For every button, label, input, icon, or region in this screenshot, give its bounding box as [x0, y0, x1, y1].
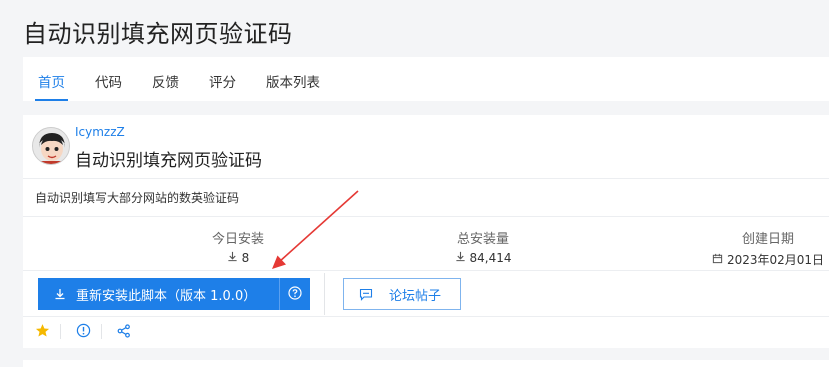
page-title: 自动识别填充网页验证码	[23, 20, 293, 48]
stat-label: 总安装量	[456, 232, 509, 247]
tab-bar: 首页 代码 反馈 评分 版本列表	[23, 57, 829, 101]
install-help-button[interactable]	[279, 278, 310, 310]
help-circle-icon	[288, 285, 302, 304]
author-link[interactable]: IcymzzZ	[75, 125, 125, 139]
divider	[23, 178, 829, 179]
divider	[101, 324, 102, 339]
favorite-button[interactable]	[33, 323, 51, 341]
divider	[23, 270, 829, 271]
stat-value: 2023年02月01日	[726, 253, 825, 267]
stat-total-installs: 总安装量 84,414	[428, 228, 538, 266]
divider	[23, 316, 829, 317]
star-icon	[35, 323, 50, 342]
share-icon	[117, 323, 131, 342]
install-button-label: 重新安装此脚本（版本 1.0.0）	[76, 288, 257, 304]
stat-today-installs: 今日安装 8	[183, 228, 293, 266]
comment-icon	[359, 288, 373, 301]
stat-label: 创建日期	[741, 232, 794, 247]
download-icon	[54, 288, 66, 300]
tab-code[interactable]: 代码	[80, 57, 137, 101]
info-button[interactable]	[74, 323, 92, 341]
divider	[60, 324, 61, 339]
share-button[interactable]	[115, 323, 133, 341]
stat-value: 84,414	[469, 251, 512, 265]
tab-feedback[interactable]: 反馈	[137, 57, 194, 101]
divider	[23, 216, 829, 217]
script-card: IcymzzZ 自动识别填充网页验证码 自动识别填写大部分网站的数英验证码 今日…	[23, 115, 829, 348]
calendar-icon	[712, 253, 723, 267]
next-card	[23, 360, 829, 367]
script-description: 自动识别填写大部分网站的数英验证码	[35, 191, 240, 205]
divider	[324, 273, 325, 315]
info-icon	[76, 323, 91, 342]
avatar[interactable]	[32, 127, 70, 165]
tab-rating[interactable]: 评分	[194, 57, 251, 101]
forum-posts-button[interactable]: 论坛帖子	[343, 278, 461, 310]
tab-home[interactable]: 首页	[23, 57, 80, 101]
stat-label: 今日安装	[211, 232, 264, 247]
stat-created-date: 创建日期 2023年02月01日	[708, 228, 828, 268]
stat-value: 8	[241, 251, 250, 265]
download-icon	[455, 251, 466, 265]
script-title: 自动识别填充网页验证码	[75, 151, 262, 171]
reinstall-script-button[interactable]: 重新安装此脚本（版本 1.0.0）	[38, 278, 279, 310]
forum-button-label: 论坛帖子	[389, 288, 442, 304]
tab-versions[interactable]: 版本列表	[251, 57, 335, 101]
download-icon	[227, 251, 238, 265]
